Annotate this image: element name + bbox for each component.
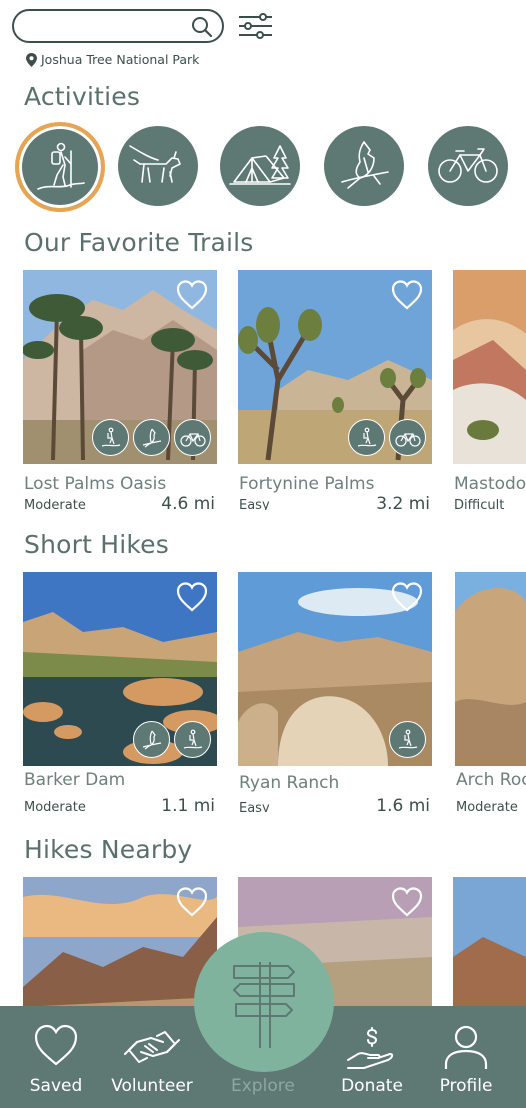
favorite-trails-heading: Our Favorite Trails [24,228,254,257]
trail-card[interactable]: Ryan Ranch Easy 1.6 mi [238,572,432,812]
trail-photo [238,270,432,464]
favorite-heart-icon[interactable] [176,887,208,917]
search-input[interactable] [12,9,224,43]
nav-donate[interactable]: Donate [327,1006,417,1108]
favorite-trails-carousel[interactable]: Lost Palms Oasis Moderate 4.6 mi Fortyni… [0,270,526,510]
favorite-heart-icon[interactable] [176,582,208,612]
trail-difficulty: Difficult [454,498,505,510]
trail-card[interactable]: Lost Palms Oasis Moderate 4.6 mi [23,270,217,510]
trail-name: Arch Rock [456,770,526,790]
trail-name: Mastodon [454,474,526,494]
activity-dog-walking[interactable] [118,126,198,206]
dog-walking-icon [129,145,181,183]
short-hikes-heading: Short Hikes [24,530,169,559]
bird-watching-icon [341,141,389,189]
trail-card[interactable]: Fortynine Palms Easy 3.2 mi [238,270,432,510]
hiker-icon [389,721,426,758]
trail-card[interactable] [23,877,217,1006]
nav-profile-label: Profile [439,1076,493,1096]
signpost-icon [233,962,295,1048]
bird-watching-icon [133,721,170,758]
nav-volunteer-label: Volunteer [111,1076,193,1096]
trail-photo [238,572,432,766]
bird-watching-icon [133,419,170,456]
hiker-icon [92,419,129,456]
trail-difficulty: Moderate [24,800,86,812]
activity-camping[interactable] [220,126,300,206]
camping-tent-icon [229,145,291,185]
nav-volunteer[interactable]: Volunteer [107,1006,197,1108]
search-icon [192,17,213,38]
trail-distance: 3.2 mi [376,494,430,510]
short-hikes-carousel[interactable]: Barker Dam Moderate 1.1 mi Ryan Ranch Ea… [0,572,526,812]
filter-sliders-icon[interactable] [238,12,274,40]
hiker-icon [37,142,85,190]
bicycle-icon [389,419,426,456]
trail-name: Lost Palms Oasis [24,474,167,494]
bicycle-icon [438,148,498,183]
location-label: Joshua Tree National Park [41,52,200,67]
trail-distance: 4.6 mi [161,494,215,510]
trail-photo [455,572,526,766]
trail-card[interactable]: Barker Dam Moderate 1.1 mi [23,572,217,812]
favorite-heart-icon[interactable] [391,887,423,917]
trail-name: Ryan Ranch [239,773,340,793]
profile-person-icon [444,1025,488,1069]
trail-name: Barker Dam [24,770,126,790]
trail-card[interactable]: Mastodon Difficult [453,270,526,510]
nav-saved[interactable]: Saved [11,1006,101,1108]
trail-distance: 1.1 mi [161,796,215,812]
hiker-icon [348,419,385,456]
activities-list [0,120,526,216]
activity-bird-watching[interactable] [324,126,404,206]
trail-photo [23,877,217,1006]
activity-hiking[interactable] [15,122,105,212]
trail-photo [453,877,526,1006]
trail-distance: 1.6 mi [376,796,430,812]
trail-card[interactable] [453,877,526,1006]
favorite-heart-icon[interactable] [391,280,423,310]
hiker-icon [174,721,211,758]
trail-card[interactable]: Arch Rock Moderate [455,572,526,812]
heart-icon [34,1024,78,1066]
location-selector[interactable]: Joshua Tree National Park [26,52,199,67]
trail-photo [23,270,217,464]
nav-explore-label: Explore [231,1076,295,1096]
trail-name: Fortynine Palms [239,474,375,494]
favorite-heart-icon[interactable] [391,582,423,612]
handshake-icon [124,1031,180,1063]
favorite-heart-icon[interactable] [176,280,208,310]
location-pin-icon [26,52,37,67]
trail-difficulty: Moderate [456,800,518,812]
nav-donate-label: Donate [341,1076,403,1096]
trail-difficulty: Moderate [24,498,86,510]
trail-difficulty: Easy [239,801,270,812]
activity-biking[interactable] [428,126,508,206]
hikes-nearby-heading: Hikes Nearby [24,835,193,864]
trail-difficulty: Easy [239,498,270,510]
donate-hand-dollar-icon [347,1027,394,1069]
activities-heading: Activities [24,82,141,111]
bicycle-icon [174,419,211,456]
trail-photo [453,270,526,464]
nav-saved-label: Saved [29,1076,83,1096]
nav-profile[interactable]: Profile [421,1006,511,1108]
trail-photo [23,572,217,766]
